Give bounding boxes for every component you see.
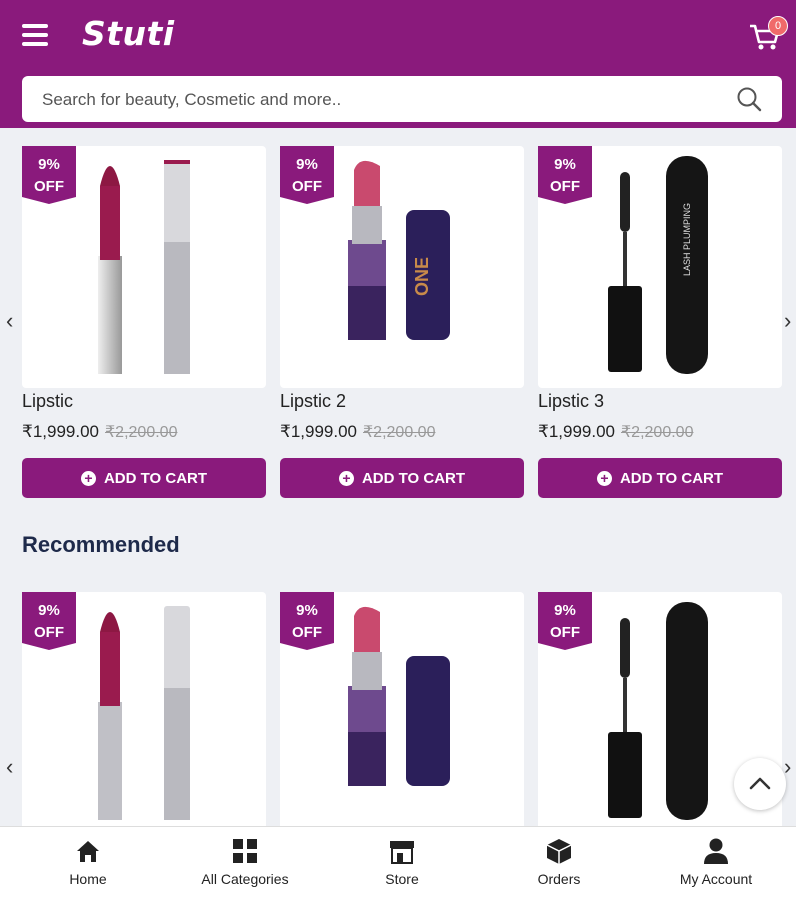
section-title-recommended: Recommended	[22, 532, 180, 557]
brand-logo[interactable]: Stuti	[82, 14, 175, 53]
current-price: ₹1,999.00	[22, 422, 99, 441]
original-price: ₹2,200.00	[105, 424, 178, 441]
user-icon	[704, 838, 728, 864]
nav-item-all-categories[interactable]: All Categories	[175, 837, 315, 887]
grid-icon	[233, 839, 257, 863]
svg-text:ONE: ONE	[412, 257, 432, 296]
product-name[interactable]: Lipstic 2	[280, 391, 346, 412]
discount-badge: 9% OFF	[280, 592, 334, 650]
store-icon	[390, 841, 414, 864]
discount-badge: 9% OFF	[22, 592, 76, 650]
product-name[interactable]: Lipstic 3	[538, 391, 604, 412]
add-to-cart-button[interactable]: + ADD TO CART	[538, 458, 782, 498]
carousel-prev-icon[interactable]: ‹	[6, 308, 13, 334]
plus-icon: +	[338, 470, 354, 486]
discount-badge: 9% OFF	[538, 146, 592, 204]
current-price: ₹1,999.00	[538, 422, 615, 441]
home-icon	[77, 841, 99, 862]
product-price: ₹1,999.00 ₹2,200.00	[538, 422, 693, 442]
discount-badge: 9% OFF	[280, 146, 334, 204]
product-price: ₹1,999.00 ₹2,200.00	[22, 422, 177, 442]
add-to-cart-button[interactable]: + ADD TO CART	[22, 458, 266, 498]
discount-badge: 9% OFF	[538, 592, 592, 650]
nav-item-store[interactable]: Store	[332, 837, 472, 887]
product-name[interactable]: Lipstic	[22, 391, 73, 412]
scroll-to-top-button[interactable]	[734, 758, 786, 810]
menu-icon[interactable]	[22, 24, 48, 46]
original-price: ₹2,200.00	[363, 424, 436, 441]
svg-text:LASH PLUMPING: LASH PLUMPING	[682, 203, 692, 276]
app-header: Stuti 0	[0, 0, 796, 128]
cart-count-badge: 0	[768, 16, 788, 36]
nav-item-home[interactable]: Home	[18, 837, 158, 887]
current-price: ₹1,999.00	[280, 422, 357, 441]
nav-item-orders[interactable]: Orders	[489, 837, 629, 887]
nav-item-my-account[interactable]: My Account	[646, 837, 786, 887]
carousel-next-icon[interactable]: ›	[784, 308, 791, 334]
plus-icon: +	[596, 470, 612, 486]
box-icon	[546, 839, 572, 864]
chevron-up-icon	[749, 777, 771, 790]
carousel-prev-icon[interactable]: ‹	[6, 754, 13, 780]
discount-badge: 9% OFF	[22, 146, 76, 204]
original-price: ₹2,200.00	[621, 424, 694, 441]
bottom-navigation: Home All Categories Store Orders My Acco…	[0, 826, 796, 901]
search-bar	[22, 76, 782, 124]
search-input[interactable]	[40, 76, 724, 124]
product-price: ₹1,999.00 ₹2,200.00	[280, 422, 435, 442]
plus-icon: +	[80, 470, 96, 486]
search-icon[interactable]	[736, 86, 762, 112]
add-to-cart-button[interactable]: + ADD TO CART	[280, 458, 524, 498]
